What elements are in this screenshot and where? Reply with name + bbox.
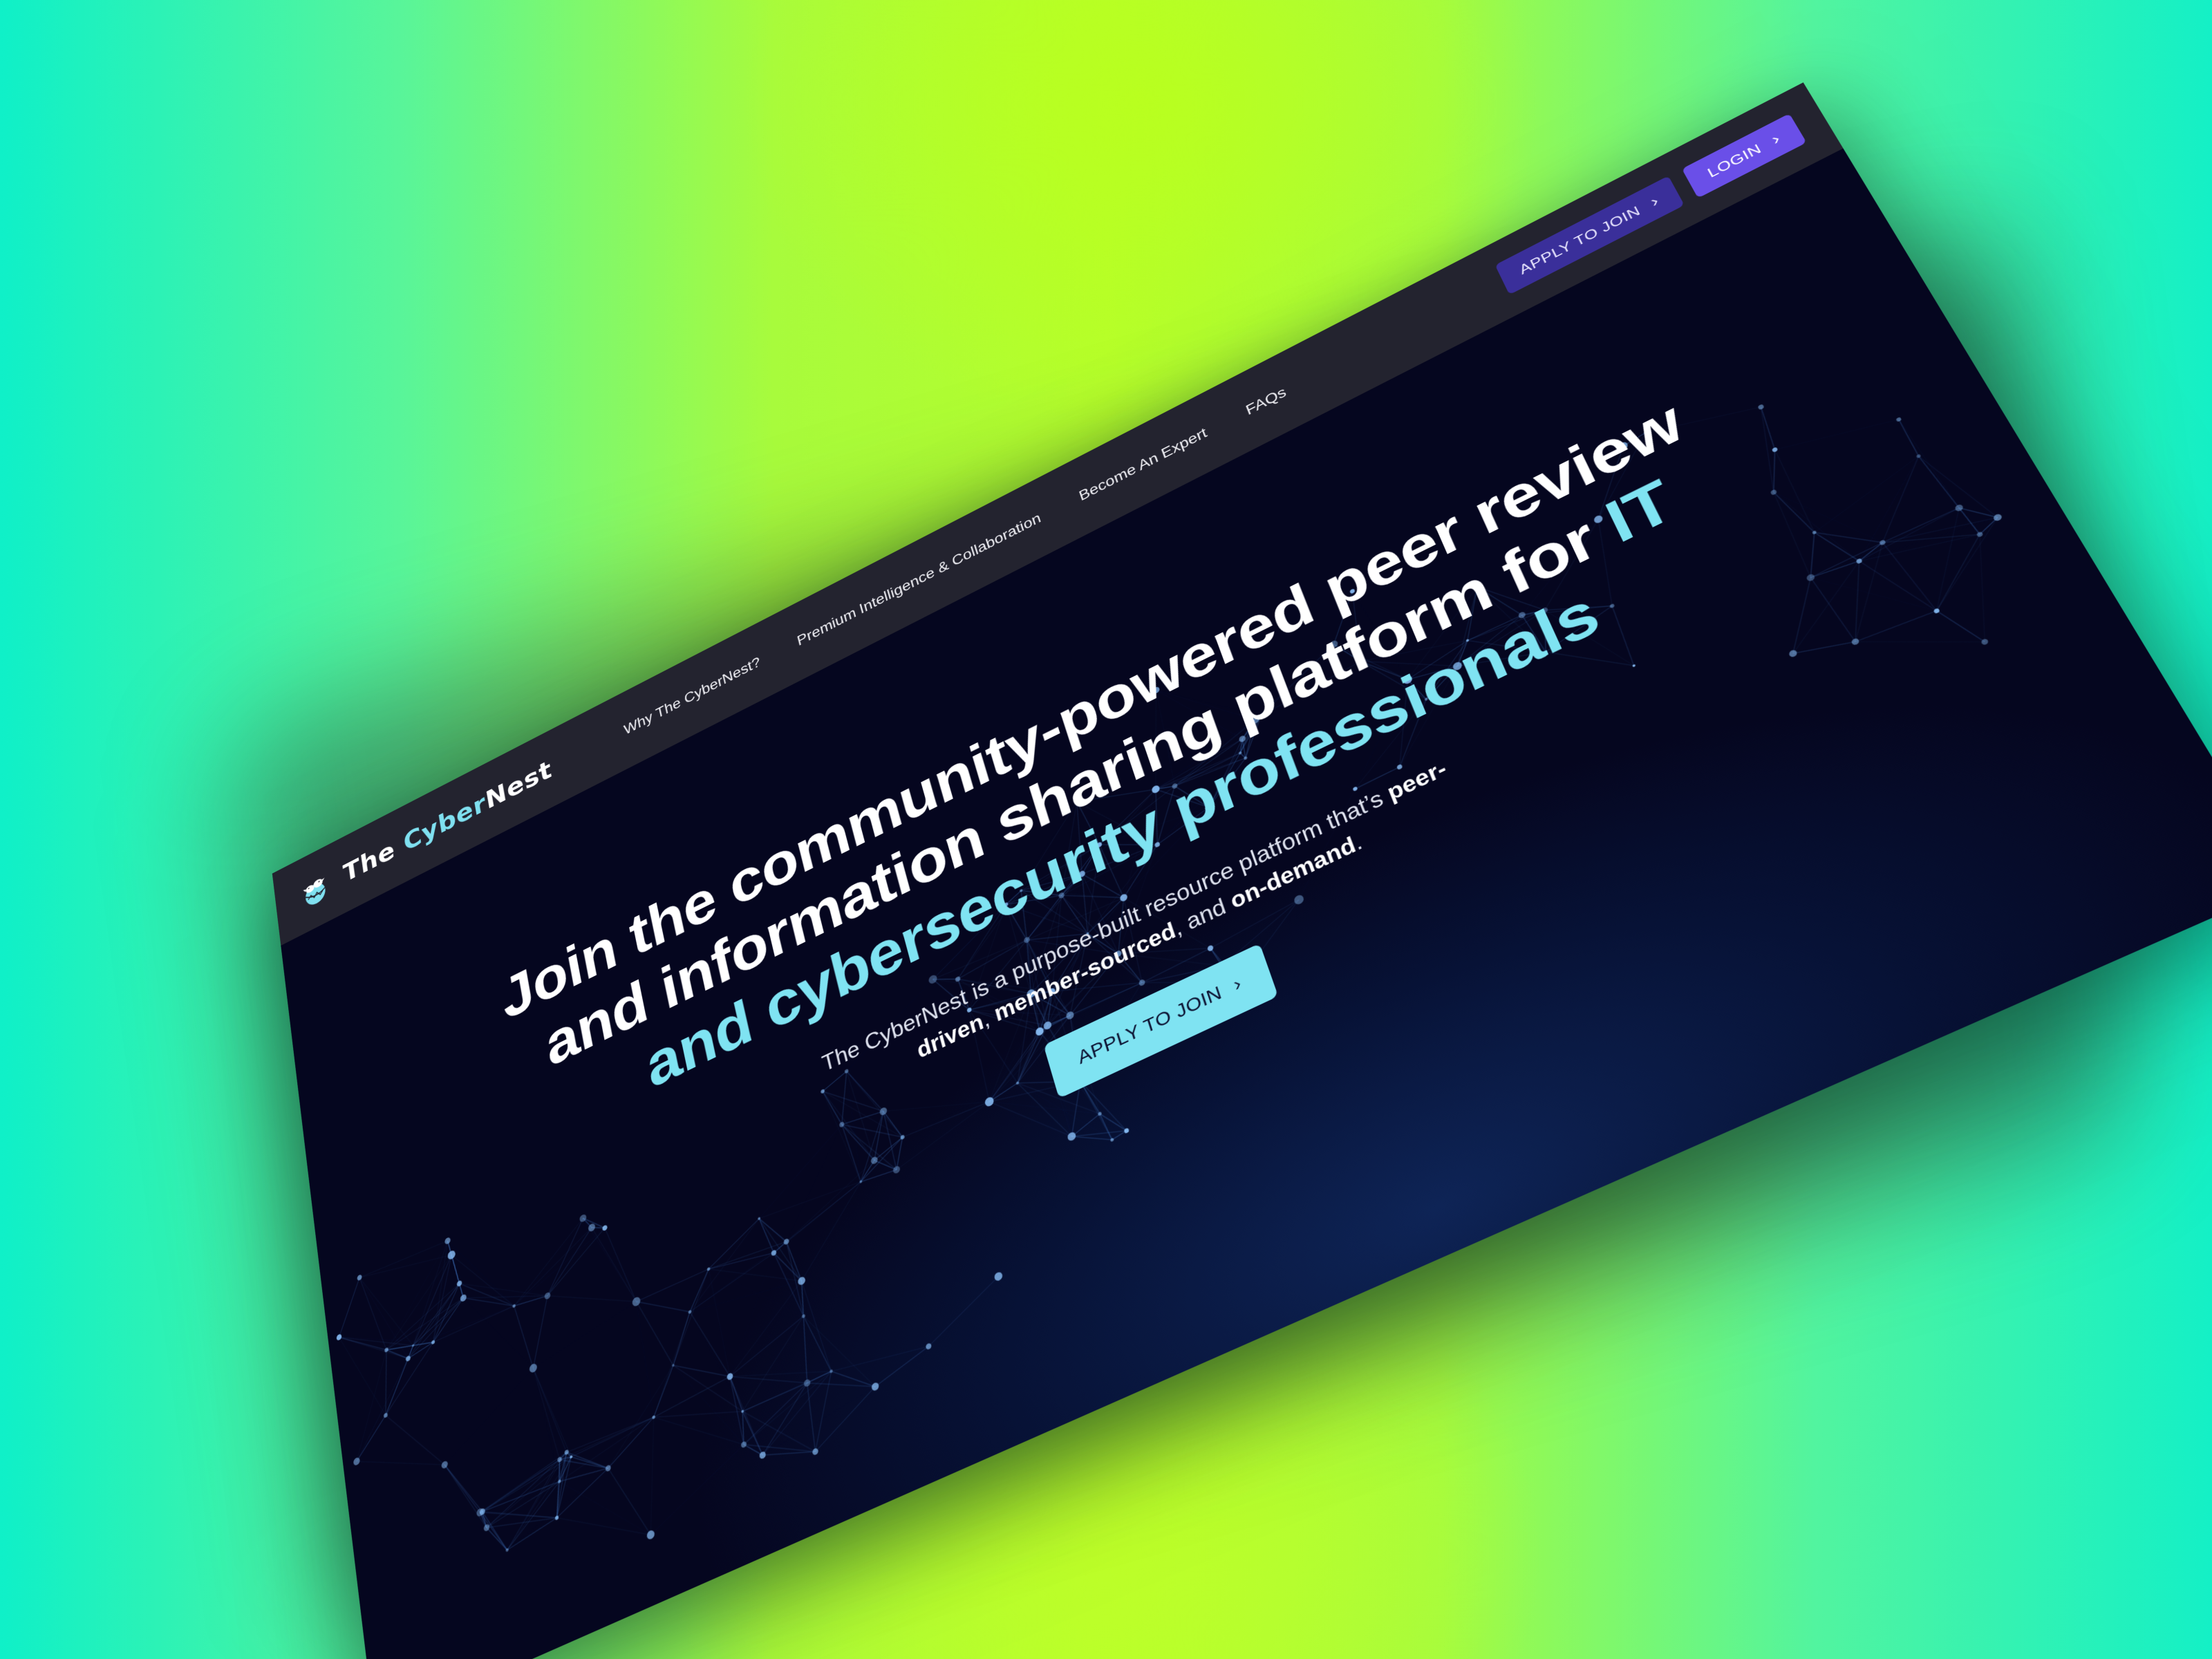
- network-link: [567, 1436, 608, 1484]
- network-link: [632, 1302, 658, 1417]
- network-link: [478, 1460, 562, 1512]
- network-link: [1071, 1114, 1126, 1154]
- network-link: [482, 1457, 576, 1528]
- network-link: [744, 1416, 816, 1480]
- network-link: [444, 1452, 480, 1524]
- logo-suffix: Nest: [483, 755, 554, 815]
- network-link: [556, 1417, 657, 1481]
- network-link: [730, 1334, 832, 1414]
- network-link: [665, 1312, 698, 1365]
- network-link: [807, 1330, 929, 1400]
- network-link: [654, 1380, 743, 1449]
- logo-prefix: The: [341, 831, 406, 888]
- network-link: [832, 1329, 929, 1389]
- chevron-right-icon: ›: [1768, 130, 1783, 149]
- network-link: [725, 1316, 809, 1376]
- network-link: [533, 1360, 566, 1461]
- network-link: [571, 1417, 654, 1456]
- network-link: [807, 1356, 876, 1414]
- network-link: [646, 1365, 681, 1417]
- network-link: [637, 1291, 673, 1376]
- chevron-right-icon: ›: [1230, 973, 1244, 996]
- browser-screen: The CyberNest Why The CyberNest? Premium…: [272, 82, 2212, 1659]
- network-link: [654, 1382, 744, 1480]
- nav-item-faqs[interactable]: FAQs: [1244, 384, 1288, 418]
- network-link: [730, 1370, 762, 1462]
- network-link: [738, 1383, 814, 1445]
- network-link: [920, 1277, 1008, 1347]
- network-link: [559, 1447, 650, 1569]
- network-link: [718, 1281, 814, 1376]
- network-link: [653, 1376, 731, 1417]
- bird-nest-logo-icon: [297, 861, 333, 918]
- network-link: [872, 1347, 932, 1387]
- network-link: [444, 1451, 487, 1542]
- login-button-label: LOGIN: [1705, 140, 1764, 180]
- backdrop: The CyberNest Why The CyberNest? Premium…: [0, 0, 2212, 1659]
- network-link: [438, 1368, 542, 1465]
- network-link: [597, 1365, 686, 1468]
- chevron-right-icon: ›: [1647, 192, 1662, 211]
- network-link: [643, 1445, 753, 1535]
- network-link: [603, 1417, 659, 1468]
- network-link: [742, 1385, 815, 1479]
- network-link: [807, 1387, 883, 1452]
- network-link: [759, 1387, 879, 1455]
